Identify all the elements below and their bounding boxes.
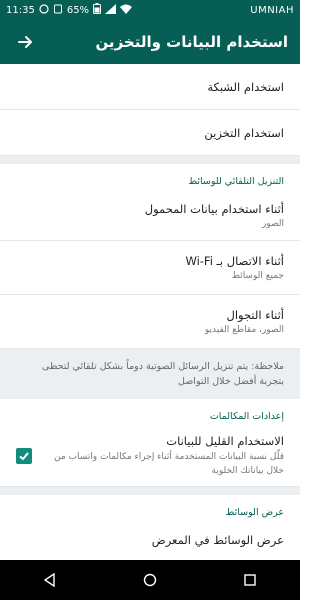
triangle-back-icon <box>43 573 55 587</box>
mobile-data-title: أثناء استخدام بيانات المحمول <box>144 202 284 216</box>
carrier-name: UMNIAH <box>250 4 294 16</box>
storage-usage-item[interactable]: استخدام التخزين <box>0 110 300 156</box>
section-divider-2 <box>0 487 300 496</box>
signal-icon <box>105 3 117 17</box>
nav-back-button[interactable] <box>30 560 70 600</box>
show-media-gallery-item[interactable]: عرض الوسائط في المعرض <box>0 522 300 559</box>
low-data-title: الاستخدام القليل للبيانات <box>166 434 284 449</box>
battery-icon <box>93 3 102 17</box>
mobile-data-subtitle: الصور <box>261 219 284 229</box>
media-display-header: عرض الوسائط <box>0 495 300 523</box>
circle-home-icon <box>143 573 157 587</box>
mobile-data-download-item[interactable]: أثناء استخدام بيانات المحمول الصور <box>0 191 300 241</box>
low-data-text: الاستخدام القليل للبيانات قلّل نسبة البي… <box>42 434 284 478</box>
whatsapp-notification-icon <box>39 3 49 17</box>
network-usage-label: استخدام الشبكة <box>207 79 284 94</box>
settings-list: استخدام الشبكة استخدام التخزين التنزيل ا… <box>0 64 300 560</box>
roaming-download-item[interactable]: أثناء التجوال الصور، مقاطع الفيديو <box>0 295 300 349</box>
app-bar: استخدام البيانات والتخزين <box>0 20 300 64</box>
square-recents-icon <box>244 574 256 586</box>
low-data-description: قلّل نسبة البيانات المستخدمة أثناء إجراء… <box>54 452 284 476</box>
section-divider <box>0 156 300 164</box>
back-arrow-icon[interactable] <box>14 31 36 53</box>
wifi-download-item[interactable]: أثناء الاتصال بـ Wi-Fi جميع الوسائط <box>0 241 300 295</box>
sim-icon <box>53 4 63 17</box>
battery-percent: 65% <box>66 4 90 16</box>
page-title: استخدام البيانات والتخزين <box>95 33 288 51</box>
wifi-subtitle: جميع الوسائط <box>231 271 284 281</box>
low-data-usage-item[interactable]: الاستخدام القليل للبيانات قلّل نسبة البي… <box>0 426 300 488</box>
auto-download-header: التنزيل التلقائي للوسائط <box>0 164 300 191</box>
roaming-title: أثناء التجوال <box>226 308 284 322</box>
call-settings-header: إعدادات المكالمات <box>0 399 300 427</box>
wifi-title: أثناء الاتصال بـ Wi-Fi <box>185 254 284 268</box>
nav-recents-button[interactable] <box>230 560 270 600</box>
check-icon <box>19 452 29 461</box>
roaming-subtitle: الصور، مقاطع الفيديو <box>204 325 284 335</box>
storage-usage-label: استخدام التخزين <box>204 125 284 140</box>
network-usage-item[interactable]: استخدام الشبكة <box>0 64 300 110</box>
status-left: 11:35 65% <box>6 3 133 17</box>
status-bar: 11:35 65% UMNIAH <box>0 0 300 20</box>
voice-message-note: ملاحظة: يتم تنزيل الرسائل الصوتية دوماً … <box>0 349 300 400</box>
wifi-icon <box>120 4 133 17</box>
nav-home-button[interactable] <box>130 560 170 600</box>
navigation-bar <box>0 560 300 600</box>
show-media-gallery-label: عرض الوسائط في المعرض <box>151 533 284 548</box>
clock: 11:35 <box>6 4 35 16</box>
low-data-checkbox[interactable] <box>16 448 32 465</box>
